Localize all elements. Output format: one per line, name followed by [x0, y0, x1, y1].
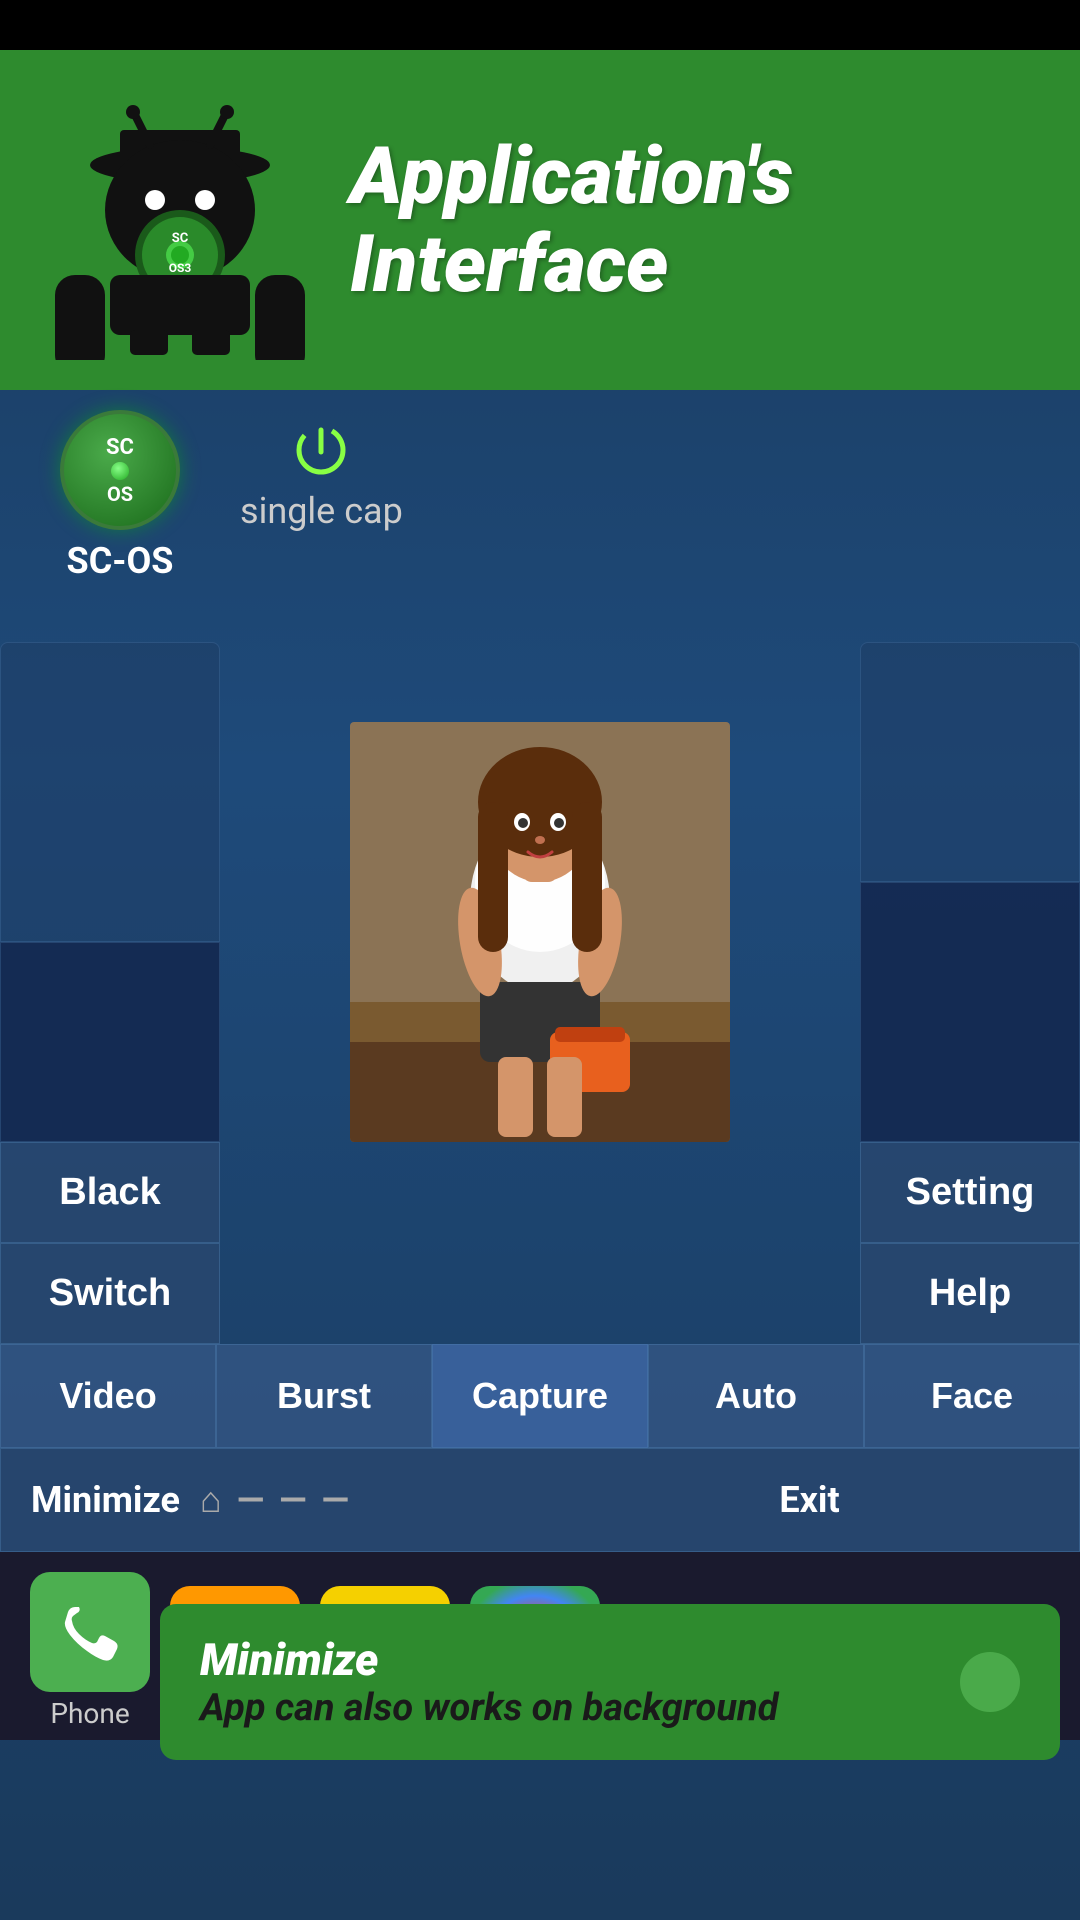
status-bar	[0, 0, 1080, 50]
setting-button[interactable]: Setting	[860, 1142, 1080, 1243]
right-panel-bottom	[860, 882, 1080, 1142]
help-button[interactable]: Help	[860, 1243, 1080, 1344]
video-button[interactable]: Video	[0, 1344, 216, 1448]
tooltip-title: Minimize	[200, 1634, 960, 1686]
camera-layout	[0, 642, 1080, 1142]
minus-icon: —	[237, 1479, 264, 1521]
burst-button[interactable]: Burst	[216, 1344, 432, 1448]
right-buttons-group: Setting Help	[860, 1142, 1080, 1344]
black-setting-row: Black Switch Setting Help	[0, 1142, 1080, 1344]
dash-icon-2: —	[322, 1479, 349, 1521]
black-button[interactable]: Black	[0, 1142, 220, 1243]
left-buttons-group: Black Switch	[0, 1142, 220, 1344]
header-banner: SC OS3 Application's Interface	[0, 50, 1080, 390]
camera-preview	[350, 722, 730, 1142]
left-side-panel	[0, 642, 220, 1142]
nav-icons: ⌂ — — —	[200, 1479, 349, 1521]
face-button[interactable]: Face	[864, 1344, 1080, 1448]
power-icon	[291, 420, 351, 480]
tooltip-body: App can also works on background	[200, 1686, 960, 1730]
home-icon: ⌂	[200, 1479, 222, 1521]
single-cap-label: single cap	[240, 490, 403, 532]
scos-badge: SC OS	[60, 410, 180, 530]
capture-button[interactable]: Capture	[432, 1344, 648, 1448]
svg-text:SC: SC	[172, 231, 189, 246]
left-panel-top	[0, 642, 220, 942]
center-area	[220, 642, 860, 1142]
tooltip-text: Minimize App can also works on backgroun…	[200, 1634, 960, 1730]
preview-svg	[350, 722, 730, 1142]
single-cap-block: single cap	[240, 410, 403, 532]
tooltip-arrow	[960, 1652, 1020, 1712]
auto-button[interactable]: Auto	[648, 1344, 864, 1448]
camera-section: Black Switch Setting Help	[0, 642, 1080, 1344]
left-panel-bottom	[0, 942, 220, 1142]
minimize-button[interactable]: Minimize ⌂ — — —	[1, 1449, 540, 1551]
scos-label: SC-OS	[67, 540, 174, 582]
scos-row: SC OS SC-OS single cap	[0, 390, 1080, 602]
minimize-row: Minimize ⌂ — — — Exit	[0, 1448, 1080, 1552]
phone-app-icon[interactable]	[30, 1572, 150, 1692]
svg-text:OS3: OS3	[169, 261, 192, 275]
nav-item-phone: Phone	[30, 1572, 150, 1730]
android-mascot: SC OS3	[40, 80, 320, 360]
app-title: Application's Interface	[350, 132, 793, 308]
scos-icon-block: SC OS SC-OS	[60, 410, 180, 582]
dash-icon-1: —	[279, 1479, 306, 1521]
right-side-panel	[860, 642, 1080, 1142]
minimize-tooltip: Minimize App can also works on backgroun…	[160, 1604, 1060, 1760]
right-panel-top	[860, 642, 1080, 882]
exit-button[interactable]: Exit	[540, 1449, 1079, 1551]
main-buttons-row: Video Burst Capture Auto Face	[0, 1344, 1080, 1448]
phone-label: Phone	[50, 1697, 129, 1730]
switch-button[interactable]: Switch	[0, 1243, 220, 1344]
